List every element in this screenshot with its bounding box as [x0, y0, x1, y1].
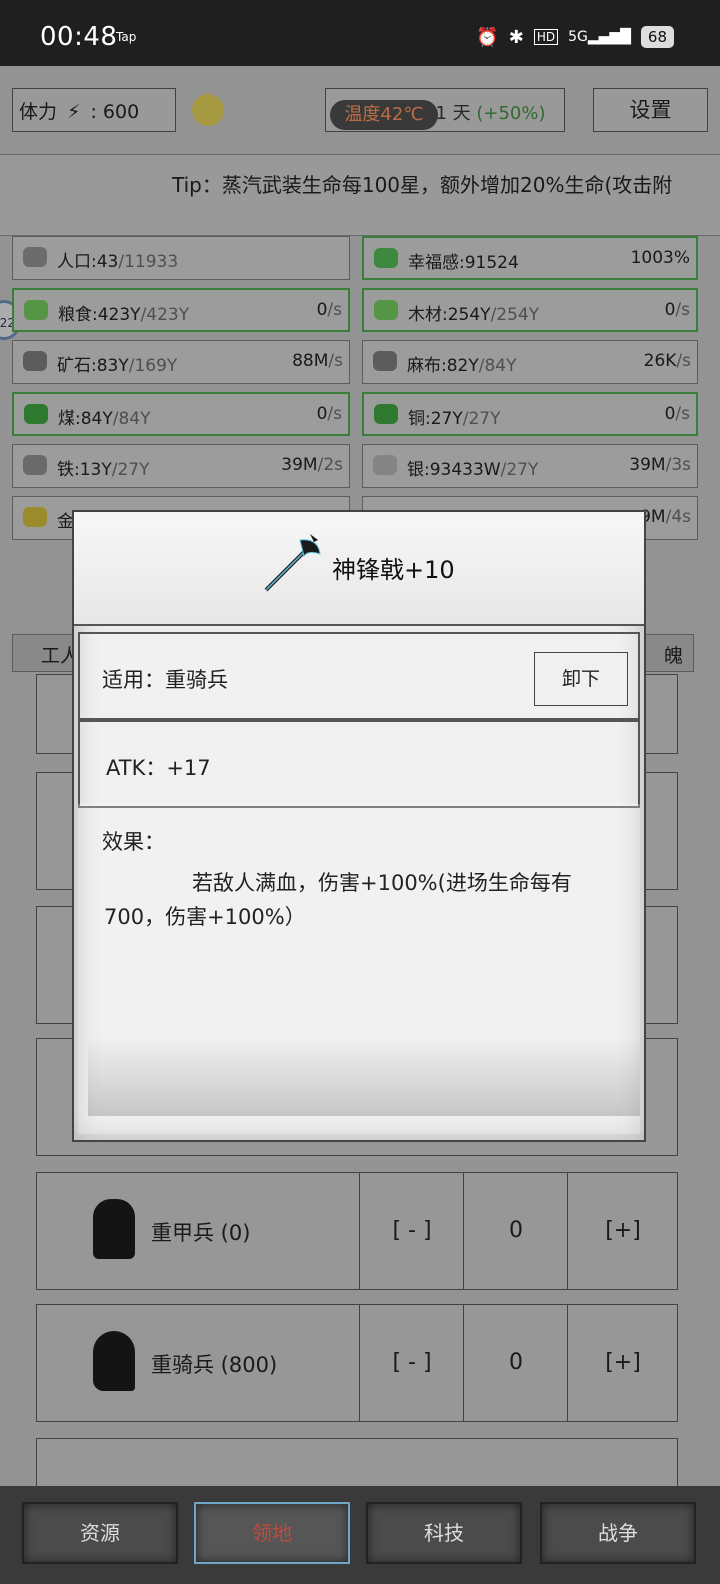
unequip-button[interactable]: 卸下: [534, 652, 628, 706]
status-icons: ⏰ ✱ HD 5G▂▄▆█ 68: [476, 26, 674, 48]
applies-section: 适用：重骑兵 卸下: [78, 632, 640, 720]
nav-war[interactable]: 战争: [540, 1502, 696, 1564]
modal-title: 神锋戟+10: [332, 556, 455, 584]
modal-header: 神锋戟+10: [74, 512, 644, 626]
halberd-icon: [264, 534, 321, 592]
effect-description: 若敌人满血，伤害+100%(进场生命每有700，伤害+100%）: [104, 871, 572, 929]
mist-decoration: [88, 1036, 640, 1116]
applies-text: 适用：重骑兵: [102, 668, 228, 692]
atk-text: ATK：+17: [106, 756, 211, 780]
effect-section: 效果： 若敌人满血，伤害+100%(进场生命每有700，伤害+100%）: [78, 804, 640, 1134]
effect-heading: 效果：: [102, 830, 165, 854]
equipment-modal: 神锋戟+10 适用：重骑兵 卸下 ATK：+17 效果： 若敌人满血，伤害+10…: [72, 510, 646, 1142]
signal-icon: 5G▂▄▆█: [568, 29, 631, 45]
clock: 00:48: [40, 22, 118, 52]
bluetooth-icon: ✱: [508, 26, 524, 48]
bottom-nav: 资源 领地 科技 战争: [0, 1486, 720, 1584]
nav-resources[interactable]: 资源: [22, 1502, 178, 1564]
nav-territory[interactable]: 领地: [194, 1502, 350, 1564]
status-bar: 00:48 Tap ⏰ ✱ HD 5G▂▄▆█ 68: [0, 0, 720, 66]
battery-indicator: 68: [640, 26, 674, 48]
alarm-icon: ⏰: [476, 26, 499, 48]
hd-icon: HD: [533, 29, 559, 45]
tap-indicator: Tap: [116, 30, 137, 44]
atk-section: ATK：+17: [78, 720, 640, 808]
nav-technology[interactable]: 科技: [366, 1502, 522, 1564]
